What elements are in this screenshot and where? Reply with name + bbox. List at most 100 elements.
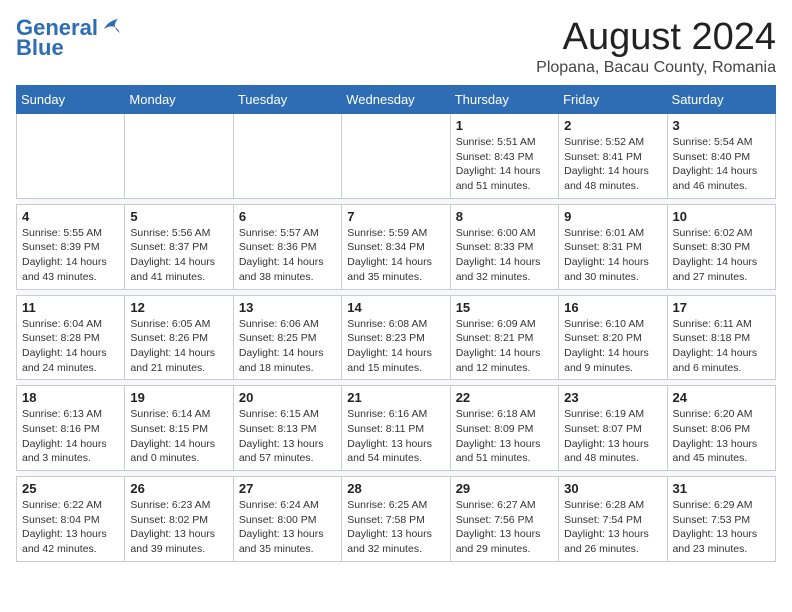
day-number: 26 — [130, 481, 227, 496]
day-number: 29 — [456, 481, 553, 496]
day-number: 2 — [564, 118, 661, 133]
calendar-cell: 8Sunrise: 6:00 AM Sunset: 8:33 PM Daylig… — [450, 204, 558, 289]
calendar-cell — [342, 114, 450, 199]
calendar-cell: 12 Sunrise: 6:05 AM Sunset: 8:26 PM Dayli… — [125, 295, 233, 380]
day-info: Sunrise: 5:59 AM Sunset: 8:34 PM Dayligh… — [347, 226, 444, 285]
logo-bird-icon — [100, 15, 122, 37]
calendar-week-row: 18 Sunrise: 6:13 AM Sunset: 8:16 PM Dayli… — [17, 386, 776, 471]
calendar-cell: 17 Sunrise: 6:11 AM Sunset: 8:18 PM Dayli… — [667, 295, 775, 380]
day-info: Sunrise: 6:16 AM Sunset: 8:11 PM Dayligh… — [347, 407, 444, 466]
calendar-cell: 6 Sunrise: 5:57 AM Sunset: 8:36 PM Daylig… — [233, 204, 341, 289]
calendar-header-row: SundayMondayTuesdayWednesdayThursdayFrid… — [17, 86, 776, 114]
calendar-cell: 5Sunrise: 5:56 AM Sunset: 8:37 PM Daylig… — [125, 204, 233, 289]
logo: General Blue — [16, 16, 122, 60]
day-number: 1 — [456, 118, 553, 133]
location-subtitle: Plopana, Bacau County, Romania — [536, 59, 776, 77]
day-info: Sunrise: 6:11 AM Sunset: 8:18 PM Dayligh… — [673, 317, 770, 376]
logo-blue: Blue — [16, 36, 64, 60]
calendar-cell: 11 Sunrise: 6:04 AM Sunset: 8:28 PM Dayli… — [17, 295, 125, 380]
day-number: 28 — [347, 481, 444, 496]
day-number: 13 — [239, 300, 336, 315]
day-number: 24 — [673, 390, 770, 405]
day-number: 16 — [564, 300, 661, 315]
day-info: Sunrise: 6:24 AM Sunset: 8:00 PM Dayligh… — [239, 498, 336, 557]
day-info: Sunrise: 6:27 AM Sunset: 7:56 PM Dayligh… — [456, 498, 553, 557]
weekday-header-wednesday: Wednesday — [342, 86, 450, 114]
day-info: Sunrise: 5:54 AM Sunset: 8:40 PM Dayligh… — [673, 135, 770, 194]
calendar-cell: 28 Sunrise: 6:25 AM Sunset: 7:58 PM Dayli… — [342, 477, 450, 562]
calendar-cell — [233, 114, 341, 199]
title-block: August 2024 Plopana, Bacau County, Roman… — [536, 16, 776, 77]
day-info: Sunrise: 6:22 AM Sunset: 8:04 PM Dayligh… — [22, 498, 119, 557]
day-number: 8 — [456, 209, 553, 224]
calendar-cell: 7 Sunrise: 5:59 AM Sunset: 8:34 PM Daylig… — [342, 204, 450, 289]
day-number: 21 — [347, 390, 444, 405]
day-info: Sunrise: 6:10 AM Sunset: 8:20 PM Dayligh… — [564, 317, 661, 376]
calendar-cell: 30Sunrise: 6:28 AM Sunset: 7:54 PM Dayli… — [559, 477, 667, 562]
calendar-cell: 29 Sunrise: 6:27 AM Sunset: 7:56 PM Dayli… — [450, 477, 558, 562]
day-info: Sunrise: 5:57 AM Sunset: 8:36 PM Dayligh… — [239, 226, 336, 285]
calendar-week-row: 4 Sunrise: 5:55 AM Sunset: 8:39 PM Daylig… — [17, 204, 776, 289]
day-info: Sunrise: 6:13 AM Sunset: 8:16 PM Dayligh… — [22, 407, 119, 466]
day-number: 4 — [22, 209, 119, 224]
day-info: Sunrise: 5:52 AM Sunset: 8:41 PM Dayligh… — [564, 135, 661, 194]
calendar-table: SundayMondayTuesdayWednesdayThursdayFrid… — [16, 85, 776, 562]
day-info: Sunrise: 6:01 AM Sunset: 8:31 PM Dayligh… — [564, 226, 661, 285]
calendar-cell: 19 Sunrise: 6:14 AM Sunset: 8:15 PM Dayli… — [125, 386, 233, 471]
day-number: 27 — [239, 481, 336, 496]
day-info: Sunrise: 6:28 AM Sunset: 7:54 PM Dayligh… — [564, 498, 661, 557]
day-number: 17 — [673, 300, 770, 315]
day-number: 25 — [22, 481, 119, 496]
calendar-week-row: 25 Sunrise: 6:22 AM Sunset: 8:04 PM Dayli… — [17, 477, 776, 562]
calendar-cell: 23 Sunrise: 6:19 AM Sunset: 8:07 PM Dayli… — [559, 386, 667, 471]
day-info: Sunrise: 5:51 AM Sunset: 8:43 PM Dayligh… — [456, 135, 553, 194]
calendar-cell — [125, 114, 233, 199]
day-number: 12 — [130, 300, 227, 315]
day-number: 18 — [22, 390, 119, 405]
calendar-cell: 26 Sunrise: 6:23 AM Sunset: 8:02 PM Dayli… — [125, 477, 233, 562]
day-info: Sunrise: 6:25 AM Sunset: 7:58 PM Dayligh… — [347, 498, 444, 557]
day-info: Sunrise: 6:05 AM Sunset: 8:26 PM Dayligh… — [130, 317, 227, 376]
day-number: 10 — [673, 209, 770, 224]
day-info: Sunrise: 6:06 AM Sunset: 8:25 PM Dayligh… — [239, 317, 336, 376]
day-info: Sunrise: 6:02 AM Sunset: 8:30 PM Dayligh… — [673, 226, 770, 285]
calendar-cell: 22 Sunrise: 6:18 AM Sunset: 8:09 PM Dayli… — [450, 386, 558, 471]
day-info: Sunrise: 6:15 AM Sunset: 8:13 PM Dayligh… — [239, 407, 336, 466]
calendar-cell: 1 Sunrise: 5:51 AM Sunset: 8:43 PM Daylig… — [450, 114, 558, 199]
calendar-cell: 2 Sunrise: 5:52 AM Sunset: 8:41 PM Daylig… — [559, 114, 667, 199]
weekday-header-monday: Monday — [125, 86, 233, 114]
weekday-header-sunday: Sunday — [17, 86, 125, 114]
calendar-cell: 4 Sunrise: 5:55 AM Sunset: 8:39 PM Daylig… — [17, 204, 125, 289]
calendar-cell: 18 Sunrise: 6:13 AM Sunset: 8:16 PM Dayli… — [17, 386, 125, 471]
calendar-cell: 16 Sunrise: 6:10 AM Sunset: 8:20 PM Dayli… — [559, 295, 667, 380]
day-info: Sunrise: 6:23 AM Sunset: 8:02 PM Dayligh… — [130, 498, 227, 557]
calendar-cell: 24 Sunrise: 6:20 AM Sunset: 8:06 PM Dayli… — [667, 386, 775, 471]
day-number: 15 — [456, 300, 553, 315]
calendar-cell: 21 Sunrise: 6:16 AM Sunset: 8:11 PM Dayli… — [342, 386, 450, 471]
day-number: 7 — [347, 209, 444, 224]
day-number: 23 — [564, 390, 661, 405]
day-number: 19 — [130, 390, 227, 405]
calendar-week-row: 1 Sunrise: 5:51 AM Sunset: 8:43 PM Daylig… — [17, 114, 776, 199]
day-info: Sunrise: 6:14 AM Sunset: 8:15 PM Dayligh… — [130, 407, 227, 466]
day-number: 22 — [456, 390, 553, 405]
day-number: 6 — [239, 209, 336, 224]
day-info: Sunrise: 5:55 AM Sunset: 8:39 PM Dayligh… — [22, 226, 119, 285]
day-number: 20 — [239, 390, 336, 405]
day-info: Sunrise: 5:56 AM Sunset: 8:37 PM Dayligh… — [130, 226, 227, 285]
calendar-cell: 3Sunrise: 5:54 AM Sunset: 8:40 PM Daylig… — [667, 114, 775, 199]
weekday-header-thursday: Thursday — [450, 86, 558, 114]
weekday-header-saturday: Saturday — [667, 86, 775, 114]
calendar-cell: 27 Sunrise: 6:24 AM Sunset: 8:00 PM Dayli… — [233, 477, 341, 562]
day-info: Sunrise: 6:19 AM Sunset: 8:07 PM Dayligh… — [564, 407, 661, 466]
day-info: Sunrise: 6:18 AM Sunset: 8:09 PM Dayligh… — [456, 407, 553, 466]
day-number: 31 — [673, 481, 770, 496]
calendar-cell: 13 Sunrise: 6:06 AM Sunset: 8:25 PM Dayli… — [233, 295, 341, 380]
day-info: Sunrise: 6:20 AM Sunset: 8:06 PM Dayligh… — [673, 407, 770, 466]
calendar-cell — [17, 114, 125, 199]
page-header: General Blue August 2024 Plopana, Bacau … — [16, 16, 776, 77]
calendar-cell: 25 Sunrise: 6:22 AM Sunset: 8:04 PM Dayli… — [17, 477, 125, 562]
day-number: 11 — [22, 300, 119, 315]
calendar-cell: 20 Sunrise: 6:15 AM Sunset: 8:13 PM Dayli… — [233, 386, 341, 471]
day-info: Sunrise: 6:04 AM Sunset: 8:28 PM Dayligh… — [22, 317, 119, 376]
